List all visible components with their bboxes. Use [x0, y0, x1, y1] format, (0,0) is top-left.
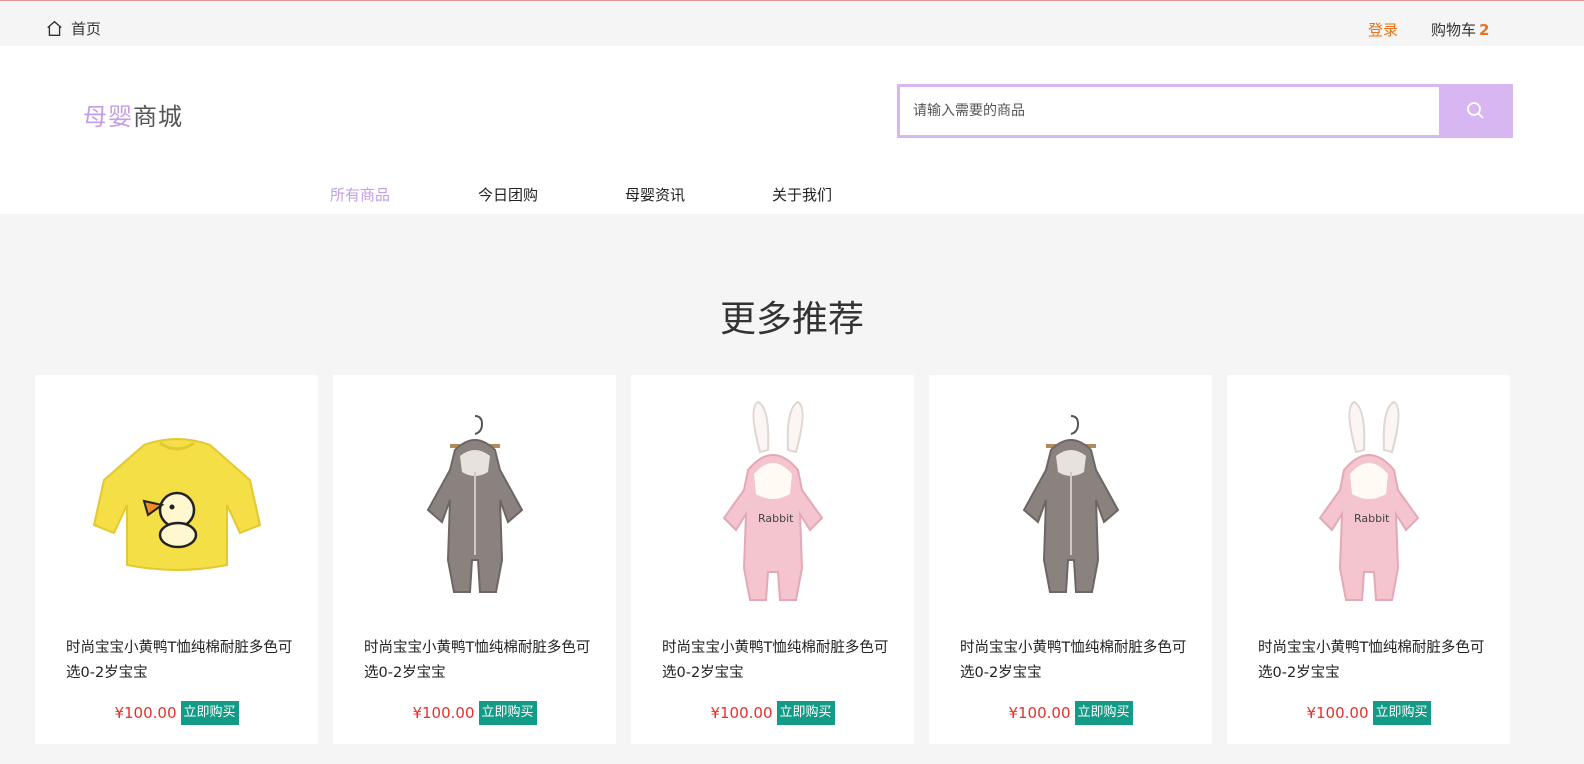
section-title: 更多推荐 — [719, 299, 864, 340]
main-nav: 所有商品 今日团购 母婴资讯 关于我们 — [0, 184, 1584, 204]
buy-now-button[interactable]: 立即购买 — [776, 701, 835, 725]
svg-text:Rabbit: Rabbit — [758, 512, 794, 525]
buy-row: ¥100.00 立即购买 — [929, 701, 1212, 725]
product-price: ¥100.00 — [710, 704, 773, 722]
product-title[interactable]: 时尚宝宝小黄鸭T恤纯棉耐脏多色可选0-2岁宝宝 — [662, 636, 902, 686]
buy-row: ¥100.00 立即购买 — [631, 701, 914, 725]
login-link[interactable]: 登录 — [1368, 19, 1398, 40]
gray-fleece-romper-icon — [1022, 415, 1119, 593]
product-title[interactable]: 时尚宝宝小黄鸭T恤纯棉耐脏多色可选0-2岁宝宝 — [66, 636, 306, 686]
search-bar — [897, 84, 1513, 138]
search-button[interactable] — [1439, 84, 1513, 138]
nav-item-baby-news[interactable]: 母婴资讯 — [625, 184, 685, 205]
buy-now-button[interactable]: 立即购买 — [180, 701, 239, 725]
product-card[interactable]: Rabbit 时尚宝宝小黄鸭T恤纯棉耐脏多色可选0-2岁宝宝 ¥100.00 立… — [1227, 375, 1510, 744]
cart-count: 2 — [1479, 21, 1490, 39]
nav-item-group-buy[interactable]: 今日团购 — [478, 184, 538, 205]
buy-row: ¥100.00 立即购买 — [35, 701, 318, 725]
product-card[interactable]: 时尚宝宝小黄鸭T恤纯棉耐脏多色可选0-2岁宝宝 ¥100.00 立即购买 — [35, 375, 318, 744]
nav-item-all-products[interactable]: 所有商品 — [330, 184, 390, 205]
product-price: ¥100.00 — [114, 704, 177, 722]
home-label: 首页 — [71, 20, 102, 38]
product-image[interactable]: Rabbit — [1227, 395, 1510, 615]
product-price: ¥100.00 — [412, 704, 475, 722]
product-image[interactable] — [929, 395, 1212, 615]
svg-text:Rabbit: Rabbit — [1354, 512, 1390, 525]
product-price: ¥100.00 — [1306, 704, 1369, 722]
cart-label: 购物车 — [1431, 21, 1477, 39]
nav-item-about-us[interactable]: 关于我们 — [772, 184, 832, 205]
product-card[interactable]: 时尚宝宝小黄鸭T恤纯棉耐脏多色可选0-2岁宝宝 ¥100.00 立即购买 — [929, 375, 1212, 744]
buy-now-button[interactable]: 立即购买 — [1372, 701, 1431, 725]
product-title[interactable]: 时尚宝宝小黄鸭T恤纯棉耐脏多色可选0-2岁宝宝 — [960, 636, 1200, 686]
buy-now-button[interactable]: 立即购买 — [1074, 701, 1133, 725]
product-image[interactable] — [333, 395, 616, 615]
header: 母婴商城 所有商品 今日团购 母婴资讯 关于我们 — [0, 46, 1584, 214]
product-title[interactable]: 时尚宝宝小黄鸭T恤纯棉耐脏多色可选0-2岁宝宝 — [1258, 636, 1498, 686]
product-image[interactable]: Rabbit — [631, 395, 914, 615]
cart-link[interactable]: 购物车 2 — [1431, 19, 1489, 40]
home-link[interactable]: 首页 — [46, 18, 101, 39]
pink-rabbit-romper-icon: Rabbit — [722, 400, 823, 601]
product-title[interactable]: 时尚宝宝小黄鸭T恤纯棉耐脏多色可选0-2岁宝宝 — [364, 636, 604, 686]
top-bar: 首页 登录 购物车 2 — [0, 0, 1584, 46]
home-icon — [47, 20, 62, 36]
product-price: ¥100.00 — [1008, 704, 1071, 722]
product-card[interactable]: Rabbit 时尚宝宝小黄鸭T恤纯棉耐脏多色可选0-2岁宝宝 ¥100.00 立… — [631, 375, 914, 744]
logo[interactable]: 母婴商城 — [83, 97, 183, 132]
pink-rabbit-romper-icon: Rabbit — [1318, 400, 1419, 601]
buy-row: ¥100.00 立即购买 — [333, 701, 616, 725]
buy-row: ¥100.00 立即购买 — [1227, 701, 1510, 725]
yellow-duck-shirt-icon — [92, 438, 261, 571]
gray-fleece-romper-icon — [426, 415, 523, 593]
buy-now-button[interactable]: 立即购买 — [478, 701, 537, 725]
search-icon — [1467, 102, 1484, 119]
product-card[interactable]: 时尚宝宝小黄鸭T恤纯棉耐脏多色可选0-2岁宝宝 ¥100.00 立即购买 — [333, 375, 616, 744]
logo-part-1: 母婴 — [83, 103, 133, 131]
product-image[interactable] — [35, 395, 318, 615]
search-input[interactable] — [900, 87, 1439, 135]
logo-part-2: 商城 — [133, 103, 183, 131]
